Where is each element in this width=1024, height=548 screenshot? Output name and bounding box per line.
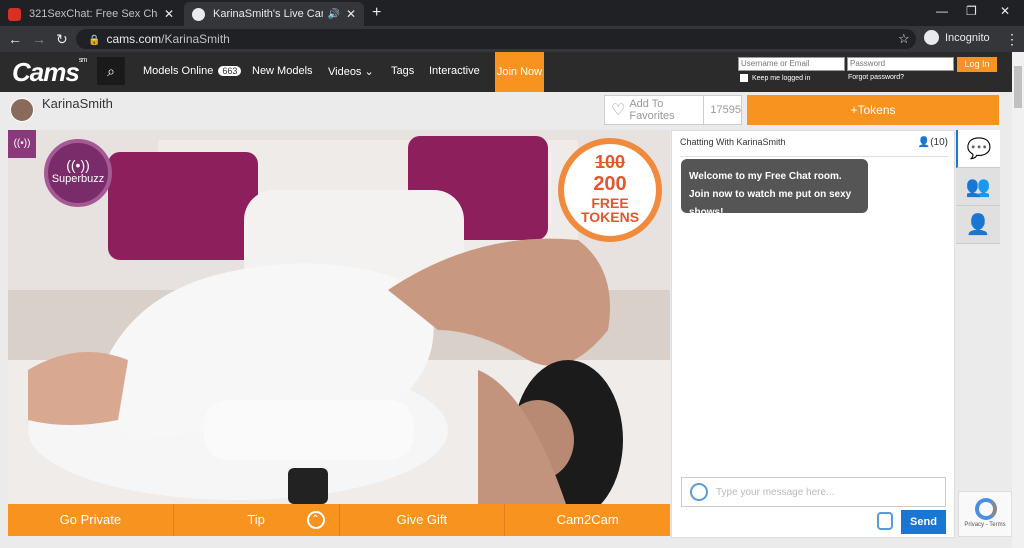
- promo-line1: FREE: [591, 195, 629, 211]
- bookmark-star-icon[interactable]: ☆: [898, 31, 910, 47]
- scrollbar-thumb[interactable]: [1014, 66, 1022, 108]
- reload-icon[interactable]: ↻: [56, 31, 68, 48]
- tip-button[interactable]: Tip ⌃: [173, 504, 340, 536]
- site-logo[interactable]: Camssm: [12, 57, 87, 88]
- add-tokens-button[interactable]: +Tokens: [747, 95, 999, 125]
- users-icon: 👤: [917, 137, 931, 148]
- tab-favicon: [192, 7, 205, 21]
- nav-new-models[interactable]: New Models: [252, 65, 313, 77]
- forward-icon[interactable]: →: [32, 31, 46, 47]
- add-to-favorites-button[interactable]: ♡ Add To Favorites 17595: [604, 95, 742, 125]
- free-tokens-badge[interactable]: 100 200 FREE TOKENS: [558, 138, 662, 242]
- cam2cam-button[interactable]: Cam2Cam: [505, 504, 670, 536]
- password-input[interactable]: Password: [847, 57, 954, 71]
- logo-sup: sm: [78, 57, 87, 64]
- nav-models-online[interactable]: Models Online 663: [143, 65, 242, 77]
- login-button[interactable]: Log In: [957, 57, 997, 72]
- welcome-message: Welcome to my Free Chat room. Join now t…: [681, 159, 868, 218]
- url-path: /KarinaSmith: [161, 32, 230, 46]
- browser-tab-1[interactable]: 321SexChat: Free Sex Chat with ... ✕: [0, 2, 182, 26]
- tab-title: 321SexChat: Free Sex Chat with ...: [29, 8, 158, 20]
- give-gift-button[interactable]: Give Gift: [339, 504, 506, 536]
- browser-tab-2[interactable]: KarinaSmith's Live Cams Bio ... 🔊 ✕: [184, 2, 364, 26]
- new-tab-icon[interactable]: +: [372, 4, 381, 22]
- nav-videos[interactable]: Videos ⌄: [328, 65, 374, 78]
- keep-logged-in[interactable]: Keep me logged in: [740, 74, 810, 82]
- incognito-label: Incognito: [945, 31, 990, 44]
- emoji-icon[interactable]: [690, 483, 708, 501]
- close-window-icon[interactable]: ✕: [1000, 4, 1010, 18]
- recaptcha-text[interactable]: Privacy - Terms: [964, 522, 1005, 528]
- go-private-button[interactable]: Go Private: [8, 504, 174, 536]
- tab-favicon: [8, 7, 21, 21]
- superbuzz-label: Superbuzz: [51, 173, 105, 185]
- url-host: cams.com: [106, 32, 162, 46]
- nav-label: Videos: [328, 66, 362, 78]
- promo-new: 200: [593, 173, 627, 195]
- page-scrollbar[interactable]: [1012, 52, 1024, 548]
- browser-toolbar: ← → ↻ 🔒 cams.com/KarinaSmith ☆ Incognito …: [0, 26, 1024, 52]
- model-name[interactable]: KarinaSmith: [42, 96, 113, 111]
- user-list-button[interactable]: 👤(10): [918, 137, 948, 148]
- address-bar[interactable]: 🔒 cams.com/KarinaSmith: [76, 29, 916, 49]
- menu-kebab-icon[interactable]: ⋮: [1005, 31, 1019, 48]
- chat-input[interactable]: Type your message here...: [681, 477, 946, 507]
- chat-bubble-icon[interactable]: 💬: [956, 130, 1000, 168]
- favorites-label: Add To Favorites: [629, 98, 675, 122]
- incognito-indicator[interactable]: Incognito: [924, 30, 990, 45]
- search-icon[interactable]: ⌕: [97, 57, 125, 85]
- nav-interactive[interactable]: Interactive: [429, 65, 480, 77]
- chevron-up-icon[interactable]: ⌃: [306, 511, 325, 529]
- user-count: (10): [930, 137, 948, 148]
- broadcast-icon[interactable]: ((•)): [8, 130, 36, 158]
- private-user-icon[interactable]: 👤: [956, 206, 1000, 244]
- lock-icon: 🔒: [88, 35, 101, 46]
- forgot-password-link[interactable]: Forgot password?: [848, 74, 904, 81]
- superbuzz-button[interactable]: ((•)) Superbuzz: [44, 139, 112, 207]
- heart-icon: ♡: [611, 102, 626, 119]
- action-bar: Go Private Tip ⌃ Give Gift Cam2Cam: [8, 504, 670, 536]
- models-count-badge: 663: [218, 66, 242, 76]
- chat-side-tabs: 💬 👥 👤: [956, 130, 1000, 244]
- nav-label: Models Online: [143, 65, 214, 77]
- group-users-icon[interactable]: 👥: [956, 168, 1000, 206]
- minimize-icon[interactable]: —: [936, 4, 948, 18]
- restore-icon[interactable]: ❐: [966, 4, 977, 18]
- tab-title: KarinaSmith's Live Cams Bio ...: [213, 8, 323, 20]
- checkbox[interactable]: [740, 74, 748, 82]
- speaker-icon[interactable]: 🔊: [327, 9, 339, 20]
- back-icon[interactable]: ←: [8, 31, 22, 47]
- broadcast-icon: ((•)): [66, 157, 90, 173]
- logo-text: Cams: [12, 57, 80, 87]
- recaptcha-badge[interactable]: Privacy - Terms: [958, 491, 1012, 537]
- send-button[interactable]: Send: [901, 510, 946, 534]
- avatar[interactable]: [10, 98, 34, 122]
- promo-old: 100: [594, 152, 626, 172]
- recaptcha-icon: [975, 498, 997, 520]
- chat-input-placeholder: Type your message here...: [716, 486, 835, 498]
- browser-tabbar: 321SexChat: Free Sex Chat with ... ✕ Kar…: [0, 0, 1024, 26]
- nav-tags[interactable]: Tags: [391, 65, 414, 77]
- chat-header: Chatting With KarinaSmith 👤(10): [680, 137, 948, 157]
- keep-logged-label: Keep me logged in: [752, 74, 811, 82]
- tip-label: Tip: [247, 512, 265, 527]
- favorites-count: 17595: [703, 96, 741, 124]
- join-now-button[interactable]: Join Now: [495, 52, 544, 92]
- chevron-down-icon: ⌄: [364, 66, 374, 78]
- incognito-icon: [924, 30, 939, 45]
- promo-line2: TOKENS: [580, 209, 640, 225]
- bot-icon[interactable]: [877, 512, 893, 530]
- close-tab-icon[interactable]: ✕: [164, 7, 174, 21]
- username-input[interactable]: Username or Email: [738, 57, 845, 71]
- close-tab-icon[interactable]: ✕: [346, 7, 356, 21]
- chat-heading: Chatting With KarinaSmith: [680, 137, 786, 147]
